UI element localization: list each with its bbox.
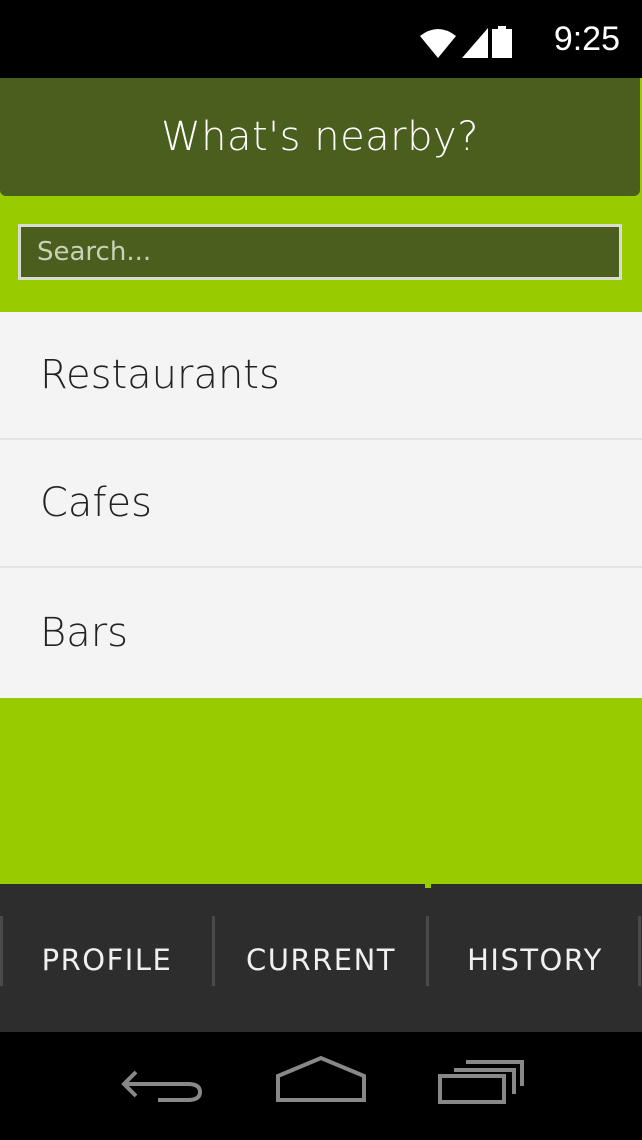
list-item-label: Bars xyxy=(40,610,128,656)
battery-icon xyxy=(492,26,512,58)
wifi-icon xyxy=(420,29,456,58)
list-item-restaurants[interactable]: Restaurants xyxy=(0,312,642,440)
tab-bar: PROFILE CURRENT HISTORY xyxy=(0,884,642,1032)
tab-indicator xyxy=(425,884,431,888)
status-icons xyxy=(418,24,512,58)
status-time: 9:25 xyxy=(553,20,620,58)
tab-history[interactable]: HISTORY xyxy=(428,884,642,1032)
list-item-cafes[interactable]: Cafes xyxy=(0,440,642,568)
tab-label: PROFILE xyxy=(41,943,173,977)
category-list: Restaurants Cafes Bars xyxy=(0,312,642,698)
status-bar: 9:25 xyxy=(0,0,642,78)
home-icon[interactable] xyxy=(272,1054,370,1114)
list-item-bars[interactable]: Bars xyxy=(0,568,642,698)
tab-label: HISTORY xyxy=(467,943,603,977)
search-box xyxy=(18,224,622,280)
page-title: What's nearby? xyxy=(161,114,479,160)
list-item-label: Cafes xyxy=(40,480,152,526)
tab-current[interactable]: CURRENT xyxy=(214,884,428,1032)
tab-divider xyxy=(638,916,641,986)
app-content: What's nearby? Restaurants Cafes Bars xyxy=(0,78,642,884)
list-item-label: Restaurants xyxy=(40,352,280,398)
cellular-signal-icon xyxy=(462,28,488,58)
tab-profile[interactable]: PROFILE xyxy=(0,884,214,1032)
search-input[interactable] xyxy=(21,227,619,277)
system-nav-bar xyxy=(0,1032,642,1140)
tab-label: CURRENT xyxy=(245,943,396,977)
recent-apps-icon[interactable] xyxy=(436,1054,526,1114)
back-icon[interactable] xyxy=(118,1054,208,1114)
app-header: What's nearby? xyxy=(0,78,640,196)
